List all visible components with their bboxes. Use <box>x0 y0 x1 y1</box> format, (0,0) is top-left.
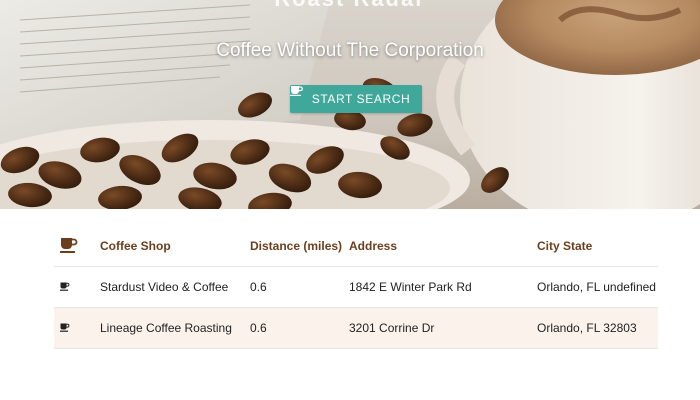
coffee-cup-icon <box>54 237 100 256</box>
cell-city-state: Orlando, FL 32803 <box>537 321 637 335</box>
hero-banner: Roast Radar Coffee Without The Corporati… <box>0 0 700 209</box>
cell-city-state: Orlando, FL undefined <box>537 280 656 294</box>
column-header-city-state[interactable]: City State <box>537 239 658 253</box>
cell-coffee-shop: Lineage Coffee Roasting <box>100 321 232 335</box>
cell-address: 3201 Corrine Dr <box>349 321 435 335</box>
start-search-button[interactable]: START SEARCH <box>290 85 422 113</box>
cell-distance: 0.6 <box>250 321 267 335</box>
start-search-label: START SEARCH <box>311 92 411 106</box>
hero-subtitle: Coffee Without The Corporation <box>216 40 484 61</box>
results-table: Coffee Shop Distance (miles) Address Cit… <box>54 226 658 349</box>
table-header-row: Coffee Shop Distance (miles) Address Cit… <box>54 226 658 267</box>
cell-coffee-shop: Stardust Video & Coffee <box>100 280 229 294</box>
coffee-cup-icon <box>54 321 100 335</box>
column-header-coffee-shop[interactable]: Coffee Shop <box>100 239 250 253</box>
coffee-cup-icon <box>54 280 100 294</box>
table-row[interactable]: Lineage Coffee Roasting 0.6 3201 Corrine… <box>54 308 658 349</box>
cell-distance: 0.6 <box>250 280 267 294</box>
hero-title: Roast Radar <box>0 0 700 12</box>
column-header-distance[interactable]: Distance (miles) <box>250 239 349 253</box>
column-header-address[interactable]: Address <box>349 239 537 253</box>
cell-address: 1842 E Winter Park Rd <box>349 280 472 294</box>
table-row[interactable]: Stardust Video & Coffee 0.6 1842 E Winte… <box>54 267 658 308</box>
